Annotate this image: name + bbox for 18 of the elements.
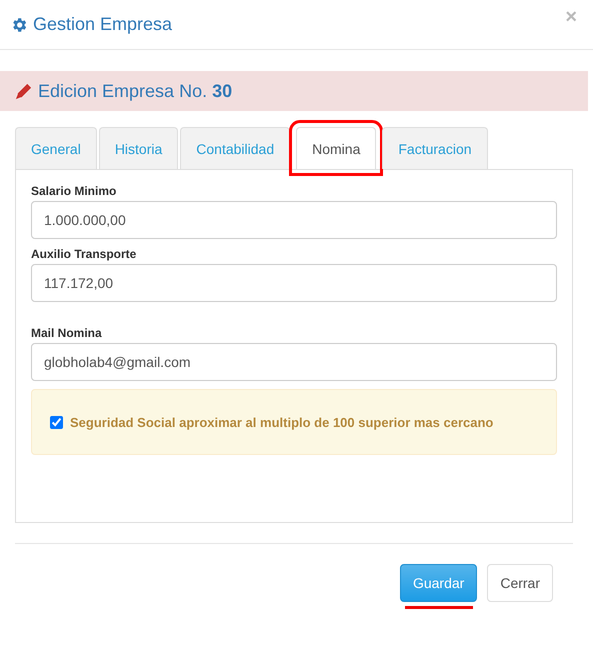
checkbox-label: Seguridad Social aproximar al multiplo de 100 superior mas cercano — [70, 414, 494, 430]
banner-text: Edicion Empresa No. 30 — [38, 80, 232, 102]
field-label: Mail Nomina — [31, 326, 103, 340]
close-dialog-button[interactable]: Cerrar — [487, 564, 553, 602]
input-field[interactable]: 117.172,00 — [31, 264, 557, 302]
checkbox[interactable] — [50, 416, 63, 428]
field-label: Auxilio Transporte — [31, 247, 138, 261]
tab[interactable]: Facturacion — [382, 127, 488, 169]
tab[interactable]: Contabilidad — [180, 127, 290, 169]
tab[interactable]: General — [15, 127, 97, 169]
input-field[interactable]: 1.000.000,00 — [31, 201, 557, 239]
save-button[interactable]: Guardar — [400, 564, 478, 602]
input-field[interactable]: globholab4@gmail.com — [31, 343, 557, 381]
close-button[interactable]: × — [565, 6, 577, 29]
field-label: Salario Minimo — [31, 184, 118, 198]
tab[interactable]: Historia — [98, 127, 178, 169]
dialog-title: Gestion Empresa — [33, 14, 174, 35]
pencil-icon — [14, 82, 33, 100]
